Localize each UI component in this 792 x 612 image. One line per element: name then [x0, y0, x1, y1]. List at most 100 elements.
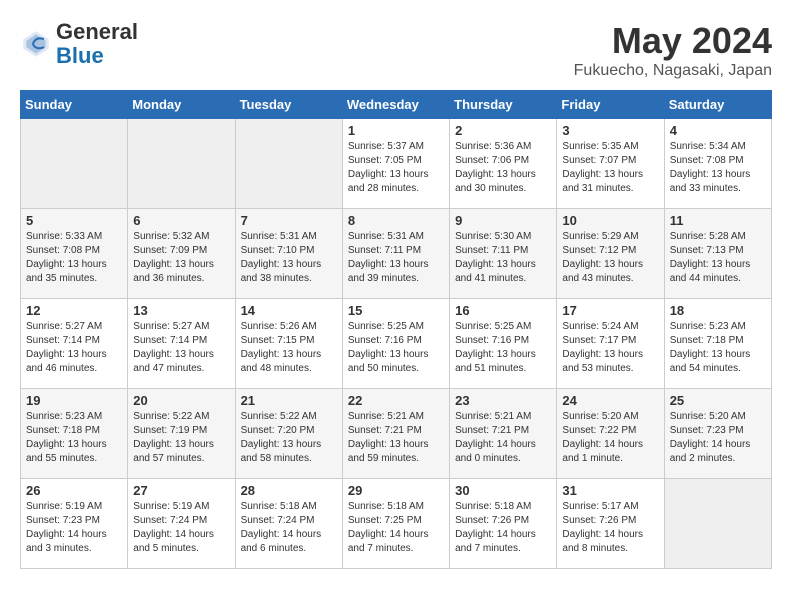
day-info: Sunrise: 5:18 AM Sunset: 7:24 PM Dayligh… — [241, 500, 337, 556]
calendar-day-cell: 14 Sunrise: 5:26 AM Sunset: 7:15 PM Dayli… — [235, 299, 342, 389]
calendar-header-cell: Saturday — [664, 91, 771, 119]
day-info: Sunrise: 5:20 AM Sunset: 7:22 PM Dayligh… — [562, 410, 658, 466]
day-number: 24 — [562, 393, 658, 408]
calendar-day-cell: 3 Sunrise: 5:35 AM Sunset: 7:07 PM Daylig… — [557, 119, 664, 209]
calendar-day-cell: 6 Sunrise: 5:32 AM Sunset: 7:09 PM Daylig… — [128, 209, 235, 299]
day-number: 10 — [562, 213, 658, 228]
day-info: Sunrise: 5:29 AM Sunset: 7:12 PM Dayligh… — [562, 230, 658, 286]
day-number: 8 — [348, 213, 444, 228]
day-number: 19 — [26, 393, 122, 408]
calendar-day-cell: 19 Sunrise: 5:23 AM Sunset: 7:18 PM Dayli… — [21, 389, 128, 479]
day-number: 29 — [348, 483, 444, 498]
calendar-header-cell: Sunday — [21, 91, 128, 119]
logo-icon — [20, 28, 52, 60]
day-info: Sunrise: 5:21 AM Sunset: 7:21 PM Dayligh… — [348, 410, 444, 466]
day-number: 1 — [348, 123, 444, 138]
logo-blue: Blue — [56, 43, 104, 68]
day-number: 13 — [133, 303, 229, 318]
calendar-day-cell: 22 Sunrise: 5:21 AM Sunset: 7:21 PM Dayli… — [342, 389, 449, 479]
calendar-day-cell: 16Sunrise: 5:25 AM Sunset: 7:16 PM Dayli… — [450, 299, 557, 389]
calendar-day-cell: 5 Sunrise: 5:33 AM Sunset: 7:08 PM Daylig… — [21, 209, 128, 299]
calendar-day-cell: 10 Sunrise: 5:29 AM Sunset: 7:12 PM Dayli… — [557, 209, 664, 299]
calendar-day-cell: 21 Sunrise: 5:22 AM Sunset: 7:20 PM Dayli… — [235, 389, 342, 479]
day-info: Sunrise: 5:27 AM Sunset: 7:14 PM Dayligh… — [133, 320, 229, 376]
calendar-day-cell: 28 Sunrise: 5:18 AM Sunset: 7:24 PM Dayli… — [235, 479, 342, 569]
calendar-day-cell: 26Sunrise: 5:19 AM Sunset: 7:23 PM Dayli… — [21, 479, 128, 569]
day-number: 9 — [455, 213, 551, 228]
calendar-day-cell: 24 Sunrise: 5:20 AM Sunset: 7:22 PM Dayli… — [557, 389, 664, 479]
day-info: Sunrise: 5:31 AM Sunset: 7:11 PM Dayligh… — [348, 230, 444, 286]
calendar-day-cell: 13 Sunrise: 5:27 AM Sunset: 7:14 PM Dayli… — [128, 299, 235, 389]
day-info: Sunrise: 5:21 AM Sunset: 7:21 PM Dayligh… — [455, 410, 551, 466]
logo-text: General Blue — [56, 20, 138, 68]
calendar-header-cell: Monday — [128, 91, 235, 119]
day-number: 4 — [670, 123, 766, 138]
day-info: Sunrise: 5:24 AM Sunset: 7:17 PM Dayligh… — [562, 320, 658, 376]
day-info: Sunrise: 5:23 AM Sunset: 7:18 PM Dayligh… — [26, 410, 122, 466]
day-info: Sunrise: 5:18 AM Sunset: 7:26 PM Dayligh… — [455, 500, 551, 556]
day-info: Sunrise: 5:25 AM Sunset: 7:16 PM Dayligh… — [348, 320, 444, 376]
logo-general: General — [56, 19, 138, 44]
day-number: 12 — [26, 303, 122, 318]
calendar-day-cell: 31 Sunrise: 5:17 AM Sunset: 7:26 PM Dayli… — [557, 479, 664, 569]
header: General Blue May 2024 Fukuecho, Nagasaki… — [20, 20, 772, 80]
calendar-day-cell: 18 Sunrise: 5:23 AM Sunset: 7:18 PM Dayli… — [664, 299, 771, 389]
day-number: 28 — [241, 483, 337, 498]
calendar-day-cell — [664, 479, 771, 569]
calendar-day-cell: 7Sunrise: 5:31 AM Sunset: 7:10 PM Daylig… — [235, 209, 342, 299]
day-number: 14 — [241, 303, 337, 318]
calendar-header-cell: Tuesday — [235, 91, 342, 119]
day-info: Sunrise: 5:32 AM Sunset: 7:09 PM Dayligh… — [133, 230, 229, 286]
day-info: Sunrise: 5:35 AM Sunset: 7:07 PM Dayligh… — [562, 140, 658, 196]
calendar-week-row: 1Sunrise: 5:37 AM Sunset: 7:05 PM Daylig… — [21, 119, 772, 209]
day-info: Sunrise: 5:22 AM Sunset: 7:20 PM Dayligh… — [241, 410, 337, 466]
day-number: 30 — [455, 483, 551, 498]
title-area: May 2024 Fukuecho, Nagasaki, Japan — [574, 20, 772, 80]
calendar-day-cell: 4 Sunrise: 5:34 AM Sunset: 7:08 PM Daylig… — [664, 119, 771, 209]
day-info: Sunrise: 5:22 AM Sunset: 7:19 PM Dayligh… — [133, 410, 229, 466]
day-number: 16 — [455, 303, 551, 318]
calendar-header-cell: Wednesday — [342, 91, 449, 119]
day-number: 6 — [133, 213, 229, 228]
day-number: 2 — [455, 123, 551, 138]
day-info: Sunrise: 5:27 AM Sunset: 7:14 PM Dayligh… — [26, 320, 122, 376]
day-info: Sunrise: 5:18 AM Sunset: 7:25 PM Dayligh… — [348, 500, 444, 556]
calendar-day-cell: 17Sunrise: 5:24 AM Sunset: 7:17 PM Dayli… — [557, 299, 664, 389]
day-number: 18 — [670, 303, 766, 318]
day-info: Sunrise: 5:19 AM Sunset: 7:23 PM Dayligh… — [26, 500, 122, 556]
calendar-body: 1Sunrise: 5:37 AM Sunset: 7:05 PM Daylig… — [21, 119, 772, 569]
day-info: Sunrise: 5:28 AM Sunset: 7:13 PM Dayligh… — [670, 230, 766, 286]
day-info: Sunrise: 5:17 AM Sunset: 7:26 PM Dayligh… — [562, 500, 658, 556]
day-info: Sunrise: 5:36 AM Sunset: 7:06 PM Dayligh… — [455, 140, 551, 196]
calendar-day-cell: 11 Sunrise: 5:28 AM Sunset: 7:13 PM Dayli… — [664, 209, 771, 299]
calendar-week-row: 26Sunrise: 5:19 AM Sunset: 7:23 PM Dayli… — [21, 479, 772, 569]
day-number: 21 — [241, 393, 337, 408]
calendar-day-cell: 30 Sunrise: 5:18 AM Sunset: 7:26 PM Dayli… — [450, 479, 557, 569]
calendar-day-cell: 12 Sunrise: 5:27 AM Sunset: 7:14 PM Dayli… — [21, 299, 128, 389]
day-number: 20 — [133, 393, 229, 408]
day-info: Sunrise: 5:23 AM Sunset: 7:18 PM Dayligh… — [670, 320, 766, 376]
day-number: 11 — [670, 213, 766, 228]
calendar-header-cell: Friday — [557, 91, 664, 119]
day-info: Sunrise: 5:20 AM Sunset: 7:23 PM Dayligh… — [670, 410, 766, 466]
location-title: Fukuecho, Nagasaki, Japan — [574, 62, 772, 80]
day-number: 5 — [26, 213, 122, 228]
day-number: 15 — [348, 303, 444, 318]
calendar-day-cell: 29 Sunrise: 5:18 AM Sunset: 7:25 PM Dayli… — [342, 479, 449, 569]
day-info: Sunrise: 5:31 AM Sunset: 7:10 PM Dayligh… — [241, 230, 337, 286]
day-number: 22 — [348, 393, 444, 408]
day-info: Sunrise: 5:34 AM Sunset: 7:08 PM Dayligh… — [670, 140, 766, 196]
calendar-day-cell — [128, 119, 235, 209]
calendar-header-cell: Thursday — [450, 91, 557, 119]
day-number: 25 — [670, 393, 766, 408]
calendar-week-row: 19 Sunrise: 5:23 AM Sunset: 7:18 PM Dayli… — [21, 389, 772, 479]
calendar-week-row: 5 Sunrise: 5:33 AM Sunset: 7:08 PM Daylig… — [21, 209, 772, 299]
day-info: Sunrise: 5:26 AM Sunset: 7:15 PM Dayligh… — [241, 320, 337, 376]
day-info: Sunrise: 5:30 AM Sunset: 7:11 PM Dayligh… — [455, 230, 551, 286]
calendar-day-cell: 1Sunrise: 5:37 AM Sunset: 7:05 PM Daylig… — [342, 119, 449, 209]
day-info: Sunrise: 5:33 AM Sunset: 7:08 PM Dayligh… — [26, 230, 122, 286]
day-number: 3 — [562, 123, 658, 138]
day-number: 31 — [562, 483, 658, 498]
calendar-day-cell — [21, 119, 128, 209]
calendar-day-cell: 23Sunrise: 5:21 AM Sunset: 7:21 PM Dayli… — [450, 389, 557, 479]
